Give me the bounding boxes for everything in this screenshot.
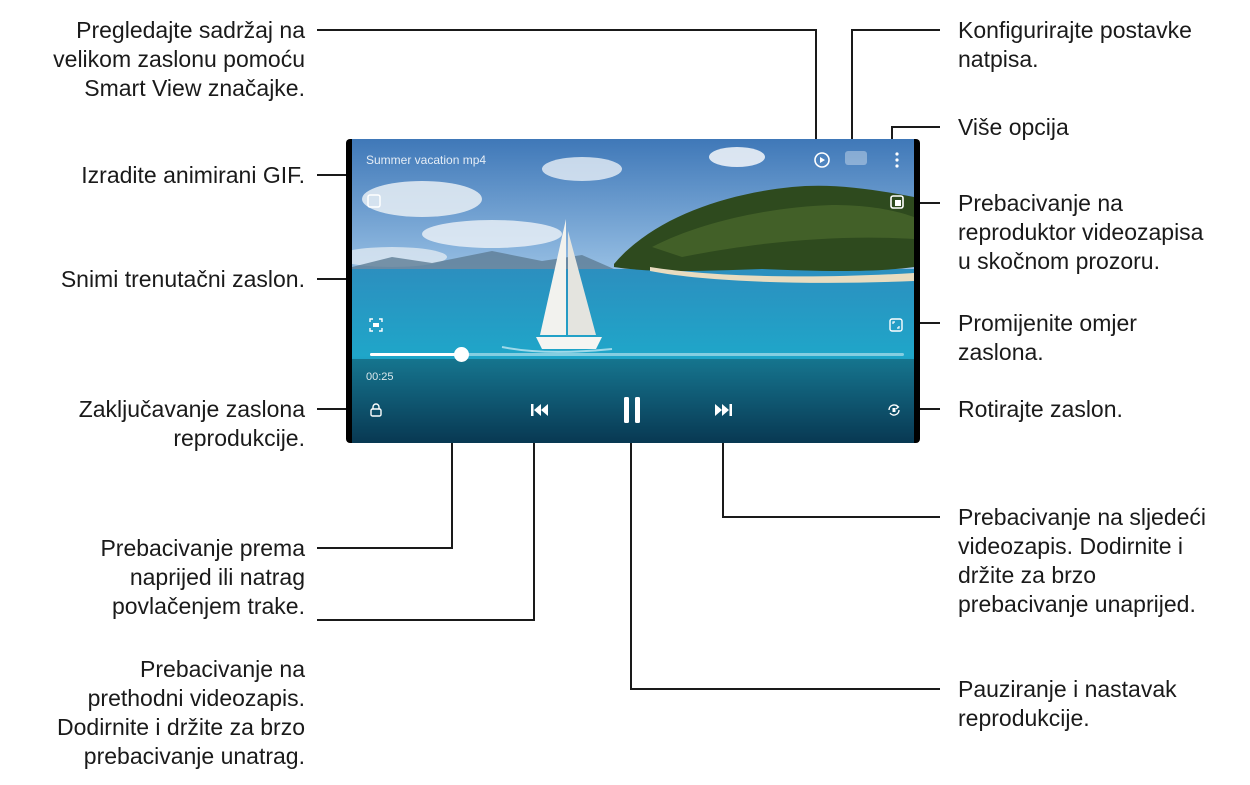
- callout-text: Konfigurirajte postavke: [958, 17, 1192, 43]
- callout-ratio: Promijenite omjer zaslona.: [958, 309, 1244, 367]
- seek-bar[interactable]: [370, 347, 904, 362]
- callout-text: u skočnom prozoru.: [958, 248, 1160, 274]
- callout-text: Dodirnite i držite za brzo: [57, 714, 305, 740]
- callout-text: naprijed ili natrag: [129, 564, 305, 590]
- callout-text: Snimi trenutačni zaslon.: [60, 266, 305, 292]
- phone-frame: Summer vacation mp4 00:25: [346, 139, 920, 443]
- pause-icon: [624, 397, 640, 423]
- callout-seek: Prebacivanje prema naprijed ili natrag p…: [10, 534, 305, 621]
- callout-smart-view: Pregledajte sadržaj na velikom zaslonu p…: [10, 16, 305, 103]
- cloud: [542, 157, 622, 181]
- previous-icon: [531, 404, 548, 416]
- gif-icon: [367, 194, 381, 208]
- callout-more: Više opcija: [958, 113, 1244, 142]
- callout-lock: Zaključavanje zaslona reprodukcije.: [10, 395, 305, 453]
- rotate-button[interactable]: [884, 400, 904, 420]
- more-options-button[interactable]: [889, 149, 905, 171]
- callout-rotate: Rotirajte zaslon.: [958, 395, 1244, 424]
- cloud: [709, 147, 765, 167]
- video-player[interactable]: Summer vacation mp4 00:25: [352, 139, 914, 443]
- screen-ratio-button[interactable]: [886, 315, 906, 335]
- callout-text: Pauziranje i nastavak: [958, 676, 1177, 702]
- more-options-icon: [895, 152, 899, 168]
- previous-button[interactable]: [527, 398, 553, 422]
- callout-text: videozapis. Dodirnite i: [958, 533, 1184, 559]
- cloud: [422, 220, 562, 248]
- callout-pause: Pauziranje i nastavak reprodukcije.: [958, 675, 1244, 733]
- callout-text: reprodukcije.: [958, 705, 1090, 731]
- callout-next: Prebacivanje na sljedeći videozapis. Dod…: [958, 503, 1244, 619]
- next-icon: [715, 404, 732, 416]
- seek-thumb[interactable]: [453, 347, 469, 362]
- pause-button[interactable]: [617, 393, 647, 427]
- capture-button[interactable]: [366, 315, 386, 335]
- callout-text: Prebacivanje na: [958, 190, 1123, 216]
- callout-text: Pregledajte sadržaj na: [76, 17, 305, 43]
- boat-hull: [536, 337, 602, 349]
- callout-gif: Izradite animirani GIF.: [10, 161, 305, 190]
- line-subtitles: [851, 29, 940, 146]
- callout-text: prethodni videozapis.: [87, 685, 305, 711]
- callout-text: Zaključavanje zaslona: [78, 396, 305, 422]
- callout-text: Prebacivanje na: [140, 656, 305, 682]
- capture-icon: [369, 318, 383, 332]
- subtitle-button[interactable]: [845, 151, 867, 165]
- seek-progress: [370, 353, 461, 356]
- line-pause: [630, 428, 940, 690]
- callout-text: Rotirajte zaslon.: [958, 396, 1123, 422]
- screen-ratio-icon: [889, 318, 903, 332]
- callout-subtitles: Konfigurirajte postavke natpisa.: [958, 16, 1244, 74]
- callout-previous: Prebacivanje na prethodni videozapis. Do…: [10, 655, 305, 771]
- lock-icon: [370, 403, 382, 417]
- callout-text: Smart View značajke.: [84, 75, 305, 101]
- callout-text: velikom zaslonu pomoću: [53, 46, 305, 72]
- rotate-icon: [888, 404, 900, 416]
- callout-text: zaslona.: [958, 339, 1044, 365]
- callout-text: natpisa.: [958, 46, 1039, 72]
- callout-text: Prebacivanje prema: [100, 535, 305, 561]
- callout-text: reproduktor videozapisa: [958, 219, 1204, 245]
- callout-text: držite za brzo: [958, 562, 1097, 588]
- callout-text: Prebacivanje na sljedeći: [958, 504, 1207, 530]
- smart-view-button[interactable]: [811, 149, 833, 171]
- callout-capture: Snimi trenutačni zaslon.: [10, 265, 305, 294]
- callout-text: Više opcija: [958, 114, 1069, 140]
- gif-button[interactable]: [364, 191, 384, 211]
- elapsed-time: 00:25: [366, 371, 394, 383]
- next-button[interactable]: [710, 398, 736, 422]
- callout-text: prebacivanje unatrag.: [83, 743, 305, 769]
- callout-text: Promijenite omjer: [958, 310, 1137, 336]
- video-title: Summer vacation mp4: [366, 153, 487, 167]
- callout-text: reprodukcije.: [173, 425, 305, 451]
- popup-player-icon: [890, 195, 904, 209]
- popup-player-button[interactable]: [888, 193, 906, 211]
- callout-text: povlačenjem trake.: [111, 593, 305, 619]
- line-previous: [317, 428, 535, 621]
- lock-button[interactable]: [366, 400, 386, 420]
- callout-text: prebacivanje unaprijed.: [958, 591, 1196, 617]
- line-smart-view: [317, 29, 817, 146]
- smart-view-icon: [814, 152, 830, 168]
- callout-text: Izradite animirani GIF.: [81, 162, 305, 188]
- callout-popup: Prebacivanje na reproduktor videozapisa …: [958, 189, 1244, 276]
